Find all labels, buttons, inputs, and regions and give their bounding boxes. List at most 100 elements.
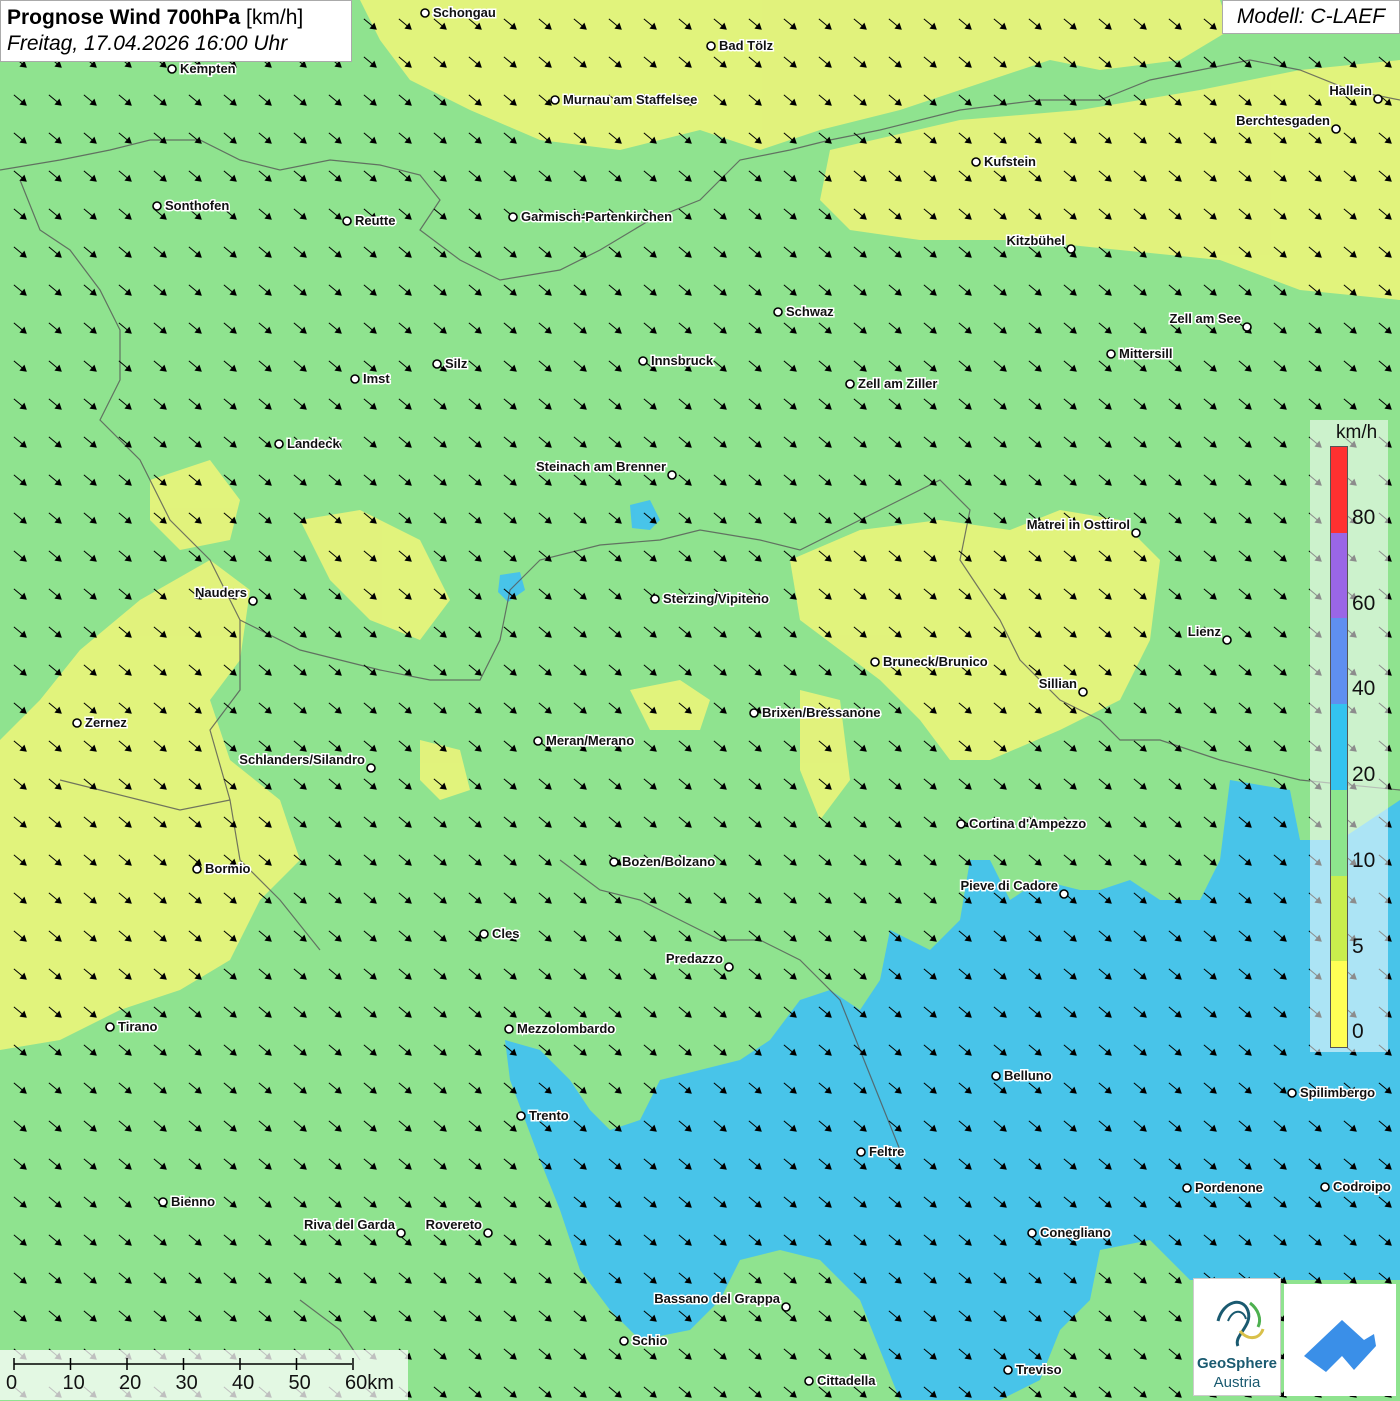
city-label: Schongau	[433, 5, 496, 20]
app-logo-icon	[1304, 1320, 1376, 1372]
city-marker[interactable]: Garmisch-Partenkirchen	[508, 208, 674, 226]
scale-tick-label: 20	[119, 1372, 142, 1394]
city-dot	[508, 212, 518, 222]
city-label: Codroipo	[1333, 1179, 1391, 1194]
city-label: Matrei in Osttirol	[1027, 517, 1130, 532]
city-dot	[342, 216, 352, 226]
city-marker[interactable]: Zell am Ziller	[845, 375, 939, 393]
city-label: Spilimbergo	[1300, 1085, 1375, 1100]
legend-tick-label: 40	[1352, 677, 1376, 701]
city-dot	[781, 1302, 791, 1312]
app-logo[interactable]	[1284, 1284, 1396, 1396]
city-dot	[1131, 528, 1141, 538]
city-label: Treviso	[1016, 1362, 1062, 1377]
city-dot	[152, 201, 162, 211]
model-label: Modell: C-LAEF	[1222, 0, 1400, 34]
legend-tick-label: 0	[1352, 1020, 1364, 1044]
city-label: Bruneck/Brunico	[883, 654, 988, 669]
city-label: Tirano	[118, 1019, 158, 1034]
forecast-datetime: Freitag, 17.04.2026 16:00 Uhr	[7, 32, 288, 55]
city-dot	[105, 1022, 115, 1032]
city-dot	[72, 718, 82, 728]
city-label: Schwaz	[786, 304, 834, 319]
city-label: Conegliano	[1040, 1225, 1111, 1240]
city-dot	[350, 374, 360, 384]
city-marker[interactable]: Spilimbergo	[1287, 1084, 1377, 1102]
city-dot	[749, 708, 759, 718]
legend-swatch	[1331, 961, 1347, 1047]
city-marker[interactable]: Mezzolombardo	[504, 1020, 617, 1038]
city-marker[interactable]: Cortina d'Ampezzo	[956, 815, 1088, 833]
city-marker[interactable]: Brixen/Bressanone	[749, 704, 882, 722]
legend-tick-label: 10	[1352, 848, 1376, 872]
city-dot	[1003, 1365, 1013, 1375]
city-marker[interactable]: Meran/Merano	[533, 732, 636, 750]
city-label: Steinach am Brenner	[536, 459, 666, 474]
city-marker[interactable]: Conegliano	[1027, 1224, 1112, 1242]
city-label: Nauders	[195, 585, 247, 600]
city-dot	[609, 857, 619, 867]
legend-swatch	[1331, 704, 1347, 790]
city-dot	[1373, 94, 1383, 104]
city-label: Cortina d'Ampezzo	[969, 816, 1086, 831]
city-dot	[870, 657, 880, 667]
city-label: Schio	[632, 1333, 667, 1348]
city-dot	[479, 929, 489, 939]
city-dot	[1027, 1228, 1037, 1238]
scale-tick-label: 50	[288, 1372, 311, 1394]
forecast-map[interactable]: Schongau Bad Tölz Kempten Murnau am Staffel…	[0, 0, 1400, 1400]
city-label: Garmisch-Partenkirchen	[521, 209, 672, 224]
city-dot	[1320, 1182, 1330, 1192]
scale-tick-label: 60km	[345, 1372, 394, 1394]
legend-tick-label: 80	[1352, 506, 1376, 529]
city-label: Bassano del Grappa	[654, 1291, 780, 1306]
city-marker[interactable]: Murnau am Staffelsee	[550, 91, 699, 109]
geosphere-logo-line2: Austria	[1213, 1374, 1261, 1391]
city-marker[interactable]: Bruneck/Brunico	[870, 653, 989, 671]
city-label: Kufstein	[984, 154, 1036, 169]
geosphere-logo[interactable]: GeoSphere Austria	[1193, 1278, 1281, 1396]
city-label: Sonthofen	[165, 198, 229, 213]
city-marker[interactable]: Innsbruck	[638, 352, 715, 370]
city-label: Sillian	[1039, 676, 1077, 691]
city-dot	[845, 379, 855, 389]
city-marker[interactable]: Bozen/Bolzano	[609, 853, 717, 871]
city-dot	[420, 8, 430, 18]
city-dot	[1222, 635, 1232, 645]
city-dot	[1182, 1183, 1192, 1193]
city-dot	[1059, 889, 1069, 899]
color-legend: km/h 80 60 40 20 10 5 0	[1310, 420, 1388, 1052]
city-label: Kitzbühel	[1007, 233, 1066, 248]
city-label: Imst	[363, 371, 390, 386]
geosphere-logo-line1: GeoSphere	[1196, 1355, 1278, 1372]
city-label: Schlanders/Silandro	[239, 752, 365, 767]
scale-tick-label: 30	[175, 1372, 198, 1394]
city-marker[interactable]: Pordenone	[1182, 1179, 1264, 1197]
city-dot	[724, 962, 734, 972]
city-dot	[366, 763, 376, 773]
city-marker[interactable]: Schongau	[420, 4, 497, 22]
city-dot	[667, 470, 677, 480]
legend-swatch	[1331, 532, 1347, 619]
city-marker[interactable]: Sterzing/Vipiteno	[650, 590, 770, 608]
scale-bar: 0 10 20 30 40 50 60km	[0, 1350, 408, 1400]
legend-swatch	[1331, 789, 1347, 876]
city-dot	[619, 1336, 629, 1346]
city-label: Pieve di Cadore	[960, 878, 1058, 893]
city-marker[interactable]: Sonthofen	[152, 197, 231, 215]
city-dot	[504, 1024, 514, 1034]
city-label: Zernez	[85, 715, 127, 730]
city-dot	[1106, 349, 1116, 359]
scale-tick-label: 10	[62, 1372, 85, 1394]
legend-tick-label: 60	[1352, 591, 1376, 615]
city-dot	[274, 439, 284, 449]
city-dot	[516, 1111, 526, 1121]
map-title: Prognose Wind 700hPa [km/h]	[7, 6, 304, 29]
scale-tick-label: 40	[232, 1372, 255, 1394]
scale-tick-label: 0	[6, 1372, 18, 1394]
city-label: Rovereto	[426, 1217, 482, 1232]
legend-swatch	[1331, 875, 1347, 962]
city-label: Silz	[445, 356, 468, 371]
city-label: Bienno	[171, 1194, 215, 1209]
city-label: Zell am Ziller	[858, 376, 937, 391]
